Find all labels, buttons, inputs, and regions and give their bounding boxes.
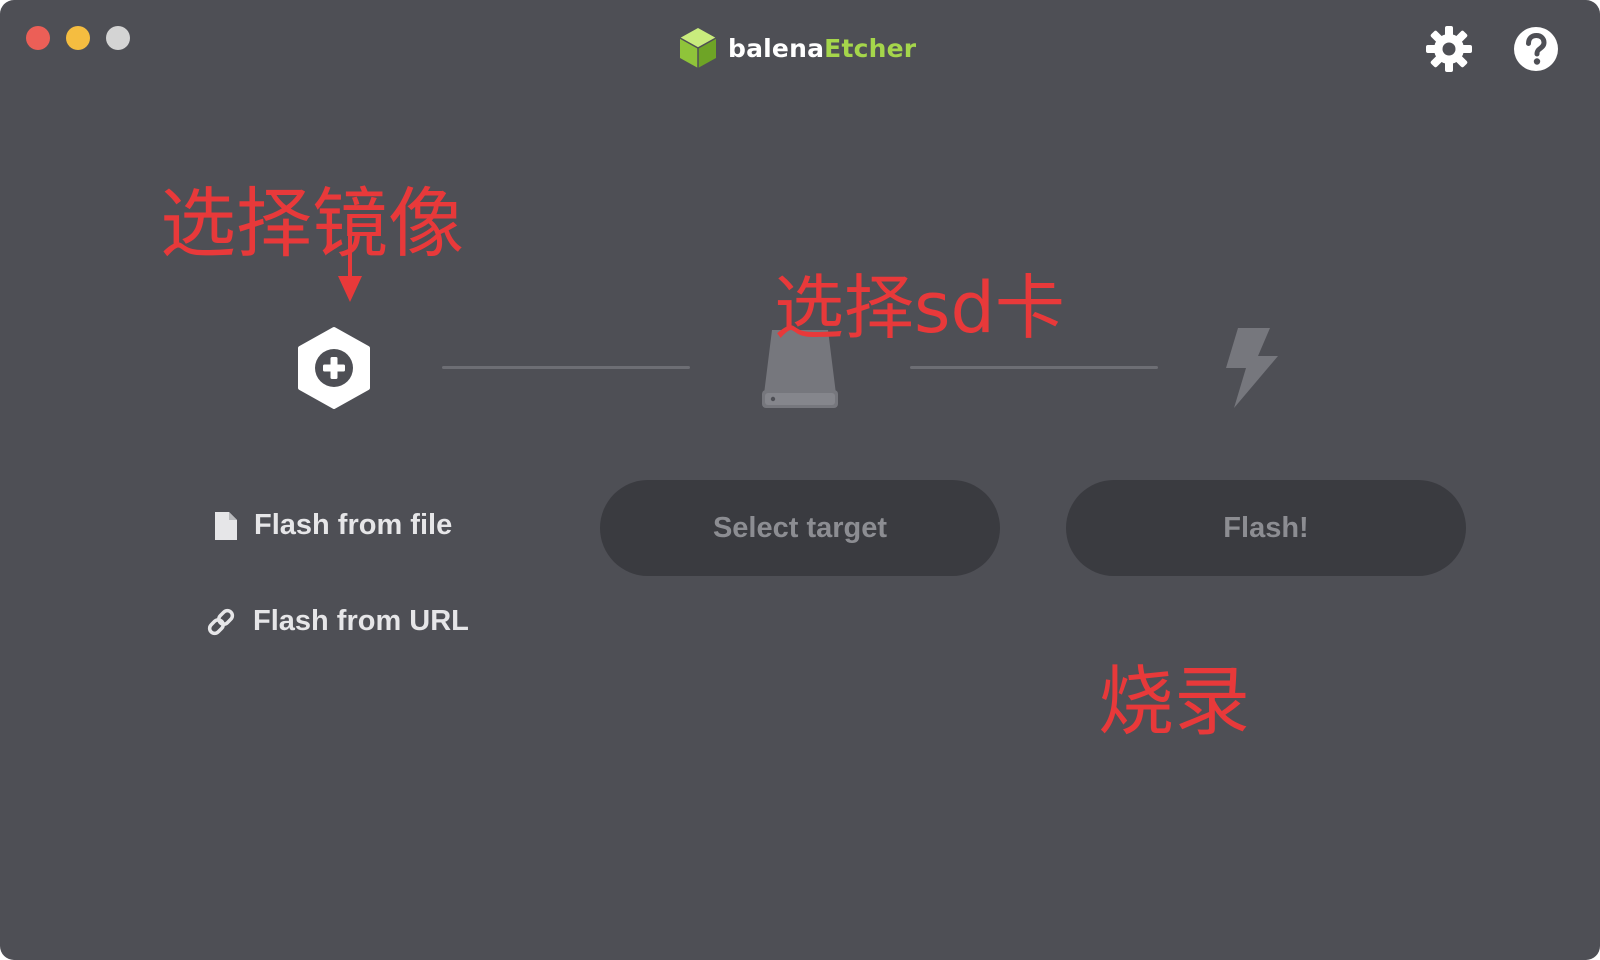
annotation-select-sd-card: 选择sd卡 xyxy=(774,267,1065,349)
window-close-button[interactable] xyxy=(26,26,50,50)
flash-from-url-label: Flash from URL xyxy=(253,605,469,637)
logo-word-etcher: Etcher xyxy=(824,33,917,63)
gear-icon[interactable] xyxy=(1424,24,1474,74)
step-connector xyxy=(910,366,1158,369)
flash-button[interactable]: Flash! xyxy=(1066,480,1466,576)
annotation-arrow-icon xyxy=(338,232,362,302)
flash-from-file-label: Flash from file xyxy=(254,509,453,541)
window-minimize-button[interactable] xyxy=(66,26,90,50)
cube-icon xyxy=(679,28,717,68)
window-zoom-button[interactable] xyxy=(106,26,130,50)
app-window: balenaEtcher Flash from file Flash from … xyxy=(0,0,1600,960)
logo-word-balena: balena xyxy=(728,33,825,63)
flash-from-file-link[interactable]: Flash from file xyxy=(214,509,452,542)
app-logo: balenaEtcher xyxy=(678,24,916,72)
flash-from-url-link[interactable]: Flash from URL xyxy=(205,605,469,638)
select-target-button[interactable]: Select target xyxy=(600,480,1000,576)
lightning-icon xyxy=(1226,328,1278,408)
annotation-select-image: 选择镜像 xyxy=(160,179,464,268)
plus-hexagon-icon[interactable] xyxy=(296,326,372,410)
file-icon xyxy=(215,511,237,540)
question-mark-icon[interactable] xyxy=(1511,24,1561,74)
annotation-burn: 烧录 xyxy=(1098,657,1250,746)
link-icon xyxy=(207,608,235,635)
step-connector xyxy=(442,366,690,369)
app-name: balenaEtcher xyxy=(728,34,916,63)
